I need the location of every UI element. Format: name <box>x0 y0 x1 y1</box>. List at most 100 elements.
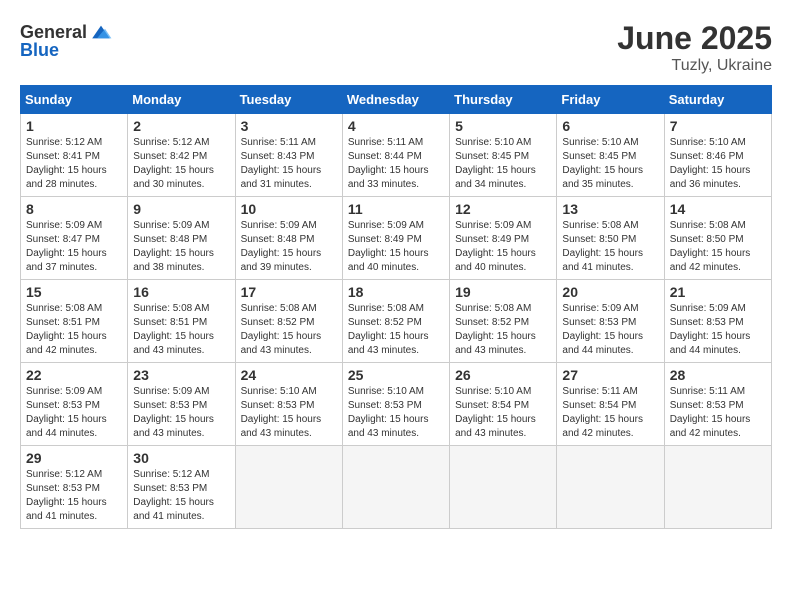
empty-cell <box>450 446 557 529</box>
day-cell-12: 12 Sunrise: 5:09 AM Sunset: 8:49 PM Dayl… <box>450 197 557 280</box>
day-cell-5: 5 Sunrise: 5:10 AM Sunset: 8:45 PM Dayli… <box>450 114 557 197</box>
day-cell-27: 27 Sunrise: 5:11 AM Sunset: 8:54 PM Dayl… <box>557 363 664 446</box>
day-info: Sunrise: 5:11 AM Sunset: 8:44 PM Dayligh… <box>348 136 444 192</box>
day-info: Sunrise: 5:12 AM Sunset: 8:53 PM Dayligh… <box>26 468 122 524</box>
day-number: 7 <box>670 118 766 134</box>
calendar-row-0: 1 Sunrise: 5:12 AM Sunset: 8:41 PM Dayli… <box>21 114 772 197</box>
day-info: Sunrise: 5:08 AM Sunset: 8:50 PM Dayligh… <box>562 219 658 275</box>
day-cell-10: 10 Sunrise: 5:09 AM Sunset: 8:48 PM Dayl… <box>235 197 342 280</box>
col-wednesday: Wednesday <box>342 86 449 114</box>
day-cell-9: 9 Sunrise: 5:09 AM Sunset: 8:48 PM Dayli… <box>128 197 235 280</box>
day-number: 5 <box>455 118 551 134</box>
day-info: Sunrise: 5:09 AM Sunset: 8:48 PM Dayligh… <box>241 219 337 275</box>
day-cell-7: 7 Sunrise: 5:10 AM Sunset: 8:46 PM Dayli… <box>664 114 771 197</box>
calendar-table: Sunday Monday Tuesday Wednesday Thursday… <box>20 85 772 529</box>
day-info: Sunrise: 5:08 AM Sunset: 8:52 PM Dayligh… <box>241 302 337 358</box>
day-cell-4: 4 Sunrise: 5:11 AM Sunset: 8:44 PM Dayli… <box>342 114 449 197</box>
col-saturday: Saturday <box>664 86 771 114</box>
logo-blue: Blue <box>20 40 59 61</box>
empty-cell <box>235 446 342 529</box>
day-info: Sunrise: 5:12 AM Sunset: 8:42 PM Dayligh… <box>133 136 229 192</box>
day-info: Sunrise: 5:08 AM Sunset: 8:52 PM Dayligh… <box>348 302 444 358</box>
day-number: 8 <box>26 201 122 217</box>
day-number: 27 <box>562 367 658 383</box>
day-number: 1 <box>26 118 122 134</box>
day-info: Sunrise: 5:08 AM Sunset: 8:52 PM Dayligh… <box>455 302 551 358</box>
day-info: Sunrise: 5:11 AM Sunset: 8:54 PM Dayligh… <box>562 385 658 441</box>
calendar-row-1: 8 Sunrise: 5:09 AM Sunset: 8:47 PM Dayli… <box>21 197 772 280</box>
day-info: Sunrise: 5:09 AM Sunset: 8:47 PM Dayligh… <box>26 219 122 275</box>
day-number: 15 <box>26 284 122 300</box>
day-info: Sunrise: 5:10 AM Sunset: 8:53 PM Dayligh… <box>241 385 337 441</box>
day-cell-25: 25 Sunrise: 5:10 AM Sunset: 8:53 PM Dayl… <box>342 363 449 446</box>
day-cell-30: 30 Sunrise: 5:12 AM Sunset: 8:53 PM Dayl… <box>128 446 235 529</box>
day-number: 19 <box>455 284 551 300</box>
day-cell-13: 13 Sunrise: 5:08 AM Sunset: 8:50 PM Dayl… <box>557 197 664 280</box>
day-cell-2: 2 Sunrise: 5:12 AM Sunset: 8:42 PM Dayli… <box>128 114 235 197</box>
day-info: Sunrise: 5:11 AM Sunset: 8:53 PM Dayligh… <box>670 385 766 441</box>
day-number: 24 <box>241 367 337 383</box>
day-number: 4 <box>348 118 444 134</box>
logo-icon <box>89 20 113 44</box>
calendar-row-3: 22 Sunrise: 5:09 AM Sunset: 8:53 PM Dayl… <box>21 363 772 446</box>
calendar-row-4: 29 Sunrise: 5:12 AM Sunset: 8:53 PM Dayl… <box>21 446 772 529</box>
empty-cell <box>557 446 664 529</box>
day-info: Sunrise: 5:09 AM Sunset: 8:49 PM Dayligh… <box>348 219 444 275</box>
calendar-row-2: 15 Sunrise: 5:08 AM Sunset: 8:51 PM Dayl… <box>21 280 772 363</box>
day-number: 14 <box>670 201 766 217</box>
day-info: Sunrise: 5:08 AM Sunset: 8:51 PM Dayligh… <box>26 302 122 358</box>
day-number: 11 <box>348 201 444 217</box>
day-cell-11: 11 Sunrise: 5:09 AM Sunset: 8:49 PM Dayl… <box>342 197 449 280</box>
day-number: 9 <box>133 201 229 217</box>
day-cell-1: 1 Sunrise: 5:12 AM Sunset: 8:41 PM Dayli… <box>21 114 128 197</box>
day-info: Sunrise: 5:09 AM Sunset: 8:49 PM Dayligh… <box>455 219 551 275</box>
day-number: 20 <box>562 284 658 300</box>
day-number: 2 <box>133 118 229 134</box>
day-number: 18 <box>348 284 444 300</box>
day-number: 17 <box>241 284 337 300</box>
day-info: Sunrise: 5:12 AM Sunset: 8:53 PM Dayligh… <box>133 468 229 524</box>
day-info: Sunrise: 5:10 AM Sunset: 8:45 PM Dayligh… <box>562 136 658 192</box>
day-number: 10 <box>241 201 337 217</box>
day-number: 21 <box>670 284 766 300</box>
col-tuesday: Tuesday <box>235 86 342 114</box>
day-info: Sunrise: 5:09 AM Sunset: 8:53 PM Dayligh… <box>26 385 122 441</box>
col-monday: Monday <box>128 86 235 114</box>
day-cell-28: 28 Sunrise: 5:11 AM Sunset: 8:53 PM Dayl… <box>664 363 771 446</box>
day-info: Sunrise: 5:09 AM Sunset: 8:53 PM Dayligh… <box>133 385 229 441</box>
day-number: 16 <box>133 284 229 300</box>
day-info: Sunrise: 5:09 AM Sunset: 8:48 PM Dayligh… <box>133 219 229 275</box>
day-info: Sunrise: 5:08 AM Sunset: 8:51 PM Dayligh… <box>133 302 229 358</box>
day-cell-19: 19 Sunrise: 5:08 AM Sunset: 8:52 PM Dayl… <box>450 280 557 363</box>
page-header: General Blue June 2025 Tuzly, Ukraine <box>20 20 772 75</box>
day-info: Sunrise: 5:10 AM Sunset: 8:54 PM Dayligh… <box>455 385 551 441</box>
day-cell-23: 23 Sunrise: 5:09 AM Sunset: 8:53 PM Dayl… <box>128 363 235 446</box>
day-info: Sunrise: 5:11 AM Sunset: 8:43 PM Dayligh… <box>241 136 337 192</box>
day-cell-3: 3 Sunrise: 5:11 AM Sunset: 8:43 PM Dayli… <box>235 114 342 197</box>
day-cell-16: 16 Sunrise: 5:08 AM Sunset: 8:51 PM Dayl… <box>128 280 235 363</box>
col-sunday: Sunday <box>21 86 128 114</box>
day-cell-22: 22 Sunrise: 5:09 AM Sunset: 8:53 PM Dayl… <box>21 363 128 446</box>
day-number: 13 <box>562 201 658 217</box>
location: Tuzly, Ukraine <box>617 57 772 75</box>
day-number: 23 <box>133 367 229 383</box>
month-title: June 2025 <box>617 20 772 57</box>
day-cell-20: 20 Sunrise: 5:09 AM Sunset: 8:53 PM Dayl… <box>557 280 664 363</box>
day-info: Sunrise: 5:10 AM Sunset: 8:53 PM Dayligh… <box>348 385 444 441</box>
logo: General Blue <box>20 20 113 61</box>
day-number: 29 <box>26 450 122 466</box>
weekday-header-row: Sunday Monday Tuesday Wednesday Thursday… <box>21 86 772 114</box>
day-cell-29: 29 Sunrise: 5:12 AM Sunset: 8:53 PM Dayl… <box>21 446 128 529</box>
title-block: June 2025 Tuzly, Ukraine <box>617 20 772 75</box>
day-cell-6: 6 Sunrise: 5:10 AM Sunset: 8:45 PM Dayli… <box>557 114 664 197</box>
day-number: 28 <box>670 367 766 383</box>
day-number: 12 <box>455 201 551 217</box>
day-cell-26: 26 Sunrise: 5:10 AM Sunset: 8:54 PM Dayl… <box>450 363 557 446</box>
day-cell-24: 24 Sunrise: 5:10 AM Sunset: 8:53 PM Dayl… <box>235 363 342 446</box>
day-info: Sunrise: 5:10 AM Sunset: 8:45 PM Dayligh… <box>455 136 551 192</box>
day-number: 22 <box>26 367 122 383</box>
day-cell-14: 14 Sunrise: 5:08 AM Sunset: 8:50 PM Dayl… <box>664 197 771 280</box>
day-number: 26 <box>455 367 551 383</box>
col-thursday: Thursday <box>450 86 557 114</box>
day-info: Sunrise: 5:09 AM Sunset: 8:53 PM Dayligh… <box>562 302 658 358</box>
